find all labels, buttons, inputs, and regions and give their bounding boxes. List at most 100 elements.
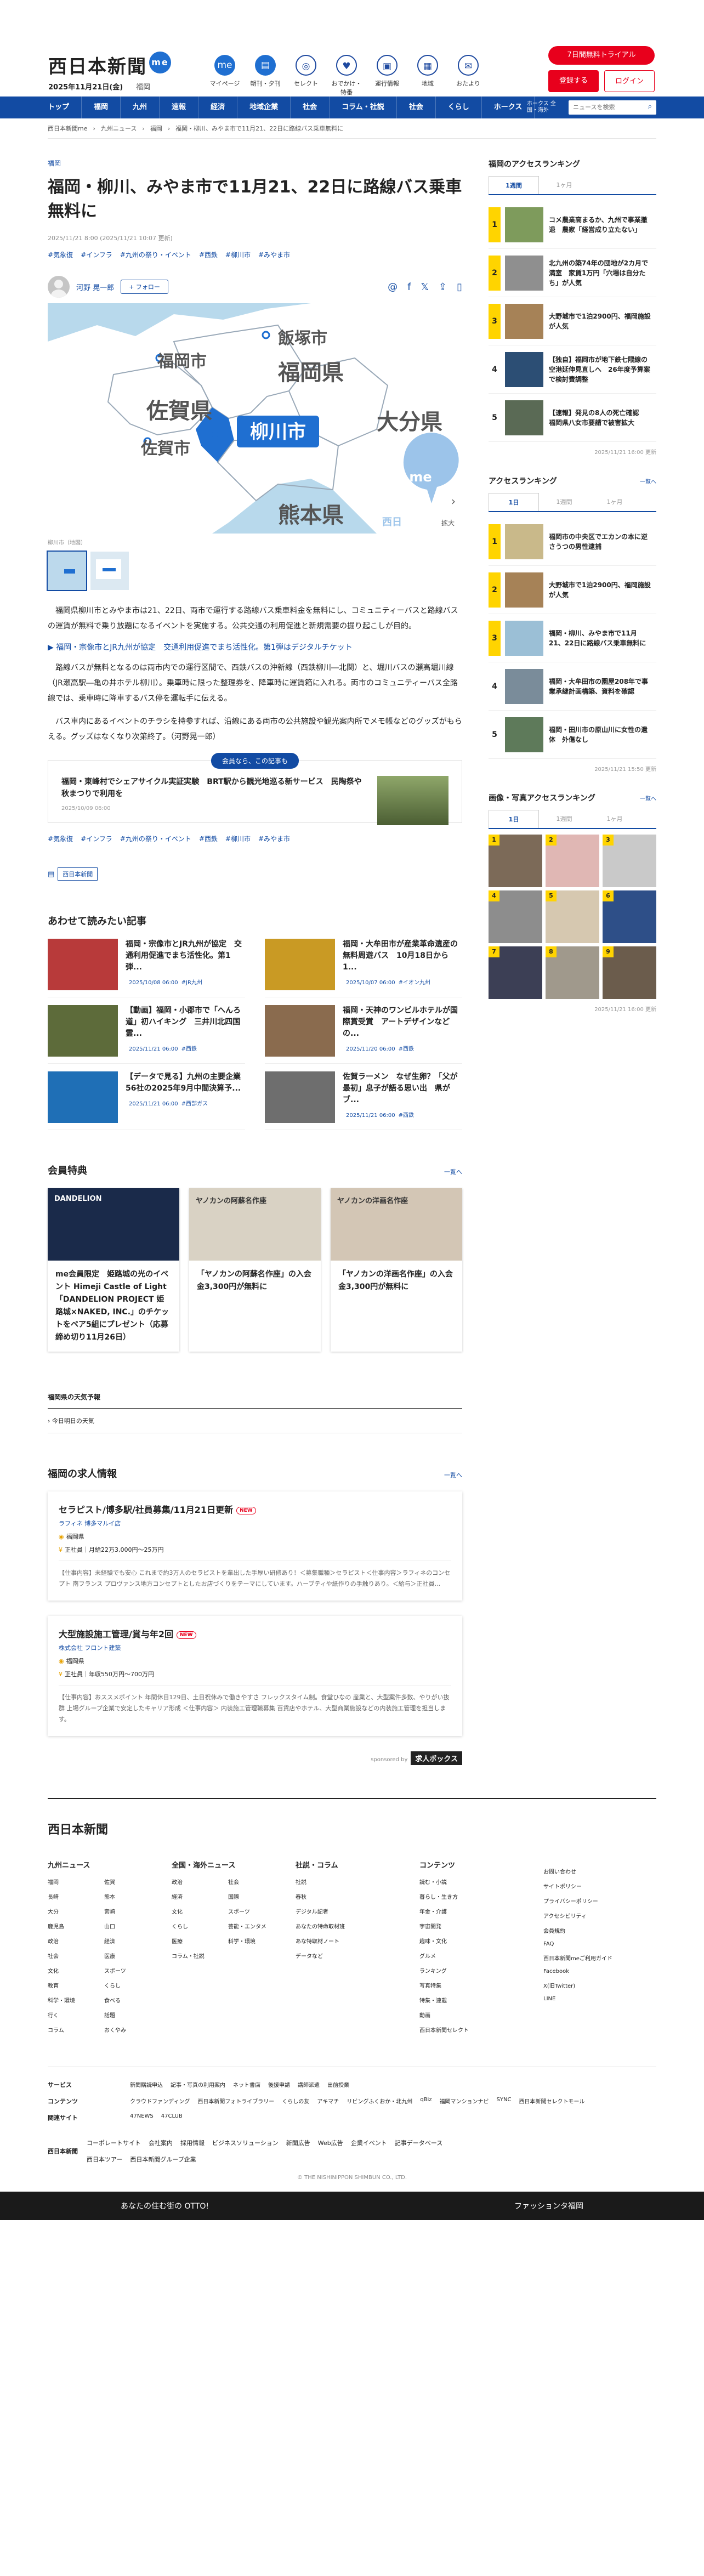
- footer-link[interactable]: プライバシーポリシー: [543, 1897, 656, 1905]
- footer-link[interactable]: 趣味・文化: [419, 1937, 532, 1945]
- footer-link[interactable]: 西日本新聞セレクトモール: [519, 2097, 584, 2106]
- ranking-item[interactable]: 4 福岡・大牟田市の園屋208年で事業承継計画構築、資料を確認: [489, 662, 656, 711]
- article-category[interactable]: 福岡: [48, 158, 462, 168]
- tag-link[interactable]: #西鉄: [199, 250, 218, 259]
- footer-link[interactable]: アキマチ: [317, 2097, 339, 2106]
- footer-link[interactable]: サイトポリシー: [543, 1882, 656, 1890]
- follow-button[interactable]: + フォロー: [121, 280, 168, 294]
- benefit-card[interactable]: ヤノカンの洋画名作座 「ヤノカンの洋画名作座」の入会金3,300円が無料に: [331, 1188, 462, 1352]
- ranking-item[interactable]: 5 【速報】発見の8人の死亡確認 福岡県八女市要請で被害拡大: [489, 394, 656, 442]
- corporate-link[interactable]: 採用情報: [180, 2138, 205, 2147]
- header-icon-1[interactable]: ▤ 朝刊・夕刊: [249, 55, 282, 97]
- footer-link[interactable]: ランキング: [419, 1966, 532, 1974]
- sidebar-tab[interactable]: 1週間: [539, 810, 589, 828]
- thumb-map-2[interactable]: [90, 552, 129, 590]
- tag-link[interactable]: #みやま市: [258, 834, 290, 843]
- corporate-link[interactable]: Web広告: [318, 2138, 343, 2147]
- photo-item[interactable]: 3: [603, 835, 656, 887]
- ranking-item[interactable]: 4 【独自】福岡市が地下鉄七隈線の空港延伸見直しへ 26年度予算案で検討費調整: [489, 345, 656, 394]
- ranking-item[interactable]: 2 北九州の築74年の団地が2カ月で満室 家賃1万円「穴場は自分たち」が人気: [489, 249, 656, 297]
- nav-item[interactable]: 社会: [291, 97, 330, 118]
- footer-link[interactable]: 政治: [172, 1877, 228, 1886]
- job-card[interactable]: 大型施設施工管理/賞与年2回 NEW 株式会社 フロント建築 ◉ 福岡県 ¥ 正社員｜年収5…: [48, 1616, 462, 1736]
- footer-link[interactable]: 大分: [48, 1907, 104, 1915]
- search-input[interactable]: [569, 100, 656, 115]
- photo-item[interactable]: 7: [489, 946, 542, 999]
- footer-link[interactable]: 特集・連載: [419, 1996, 532, 2004]
- sidebar-tab[interactable]: 1日: [489, 810, 539, 828]
- related-tag[interactable]: #西鉄: [399, 1046, 414, 1052]
- related-inline-link[interactable]: ▶ 福岡・宗像市とJR九州が協定 交通利用促進でまち活性化。第1弾はデジタルチケ…: [48, 642, 462, 652]
- corporate-link[interactable]: コーポレートサイト: [87, 2138, 141, 2147]
- footer-link[interactable]: X(旧Twitter): [543, 1981, 656, 1989]
- footer-link[interactable]: 動画: [419, 2011, 532, 2019]
- tag-link[interactable]: #気象復: [48, 250, 73, 259]
- thumb-map-1[interactable]: [47, 551, 87, 591]
- corporate-link[interactable]: ビジネスソリューション: [212, 2138, 279, 2147]
- ranking-item[interactable]: 1 福岡市の中央区でエカンの本に逆さうつの男性逮捕: [489, 518, 656, 566]
- footer-link[interactable]: 記事・写真の利用案内: [171, 2080, 225, 2089]
- footer-link[interactable]: 47CLUB: [161, 2113, 183, 2122]
- member-promo-card[interactable]: 会員なら、この記事も 福岡・東峰村でシェアサイクル実証実験 BRT駅から観光地巡…: [48, 753, 462, 825]
- related-tag[interactable]: #西鉄: [181, 1046, 197, 1052]
- tag-link[interactable]: #九州の祭り・イベント: [120, 250, 191, 259]
- footer-link[interactable]: 医療: [172, 1937, 228, 1945]
- corporate-logo[interactable]: 西日本新聞: [48, 2147, 78, 2155]
- footer-link[interactable]: リビングふくおか・北九州: [347, 2097, 412, 2106]
- related-item[interactable]: 【データで見る】九州の主要企業56社の2025年9月中間決算予... 2025/1…: [48, 1071, 245, 1130]
- footer-link[interactable]: 後援申請: [268, 2080, 290, 2089]
- benefits-more-link[interactable]: 一覧へ: [444, 1167, 462, 1176]
- footer-link[interactable]: 鹿児島: [48, 1922, 104, 1930]
- footer-link[interactable]: 写真特集: [419, 1981, 532, 1989]
- nav-item[interactable]: 九州: [121, 97, 160, 118]
- photo-item[interactable]: 6: [603, 890, 656, 943]
- footer-link[interactable]: 医療: [104, 1951, 161, 1960]
- footer-link[interactable]: 経済: [172, 1892, 228, 1900]
- sidebar-tab[interactable]: 1ヶ月: [589, 493, 640, 511]
- footer-link[interactable]: FAQ: [543, 1941, 656, 1947]
- weather-row[interactable]: › 今日明日の天気: [48, 1409, 462, 1433]
- benefit-card[interactable]: DANDELION me会員限定 姫路城の光のイベント Himeji Castle…: [48, 1188, 179, 1352]
- footer-link[interactable]: 西日本新聞セレクト: [419, 2025, 532, 2034]
- footer-link[interactable]: 西日本新聞meご利用ガイド: [543, 1954, 656, 1962]
- footer-link[interactable]: アクセシビリティ: [543, 1911, 656, 1920]
- breadcrumb-item[interactable]: 福岡: [150, 125, 162, 132]
- footer-link[interactable]: 話題: [104, 2011, 161, 2019]
- footer-link[interactable]: コラム: [48, 2025, 104, 2034]
- nav-item[interactable]: トップ: [48, 97, 82, 118]
- nav-more[interactable]: ホークス 全国・海外: [527, 101, 560, 114]
- footer-link[interactable]: スポーツ: [104, 1966, 161, 1974]
- footer-link[interactable]: 会員規約: [543, 1926, 656, 1934]
- related-item[interactable]: 【動画】福岡・小郡市で「へんろ道」初ハイキング 三井川北四国霊... 2025/1…: [48, 1005, 245, 1064]
- ranking-item[interactable]: 3 福岡・柳川、みやま市で11月21、22日に路線バス乗車無料に: [489, 614, 656, 662]
- author-avatar[interactable]: [48, 276, 70, 298]
- corporate-link[interactable]: 記事データベース: [395, 2138, 442, 2147]
- footer-link[interactable]: データなど: [296, 1951, 408, 1960]
- footer-link[interactable]: 社会: [228, 1877, 285, 1886]
- ranking-item[interactable]: 5 福岡・田川市の原山川に女性の遺体 外傷なし: [489, 711, 656, 759]
- related-tag[interactable]: #西部ガス: [181, 1101, 208, 1107]
- corporate-link[interactable]: 企業イベント: [351, 2138, 387, 2147]
- footer-link[interactable]: 47NEWS: [130, 2113, 154, 2122]
- x-icon[interactable]: 𝕏: [421, 281, 429, 293]
- related-item[interactable]: 福岡・天神のワンビルホテルが国際賞受賞 アートデザインなどの... 2025/11…: [265, 1005, 462, 1064]
- photo-more-link[interactable]: 一覧へ: [640, 794, 656, 802]
- bookmark-icon[interactable]: ▯: [457, 281, 462, 293]
- footer-link[interactable]: 経済: [104, 1937, 161, 1945]
- footer-link[interactable]: 暮らし・生き方: [419, 1892, 532, 1900]
- tag-link[interactable]: #インフラ: [81, 250, 112, 259]
- footer-link[interactable]: くらし: [172, 1922, 228, 1930]
- footer-link[interactable]: スポーツ: [228, 1907, 285, 1915]
- benefit-card[interactable]: ヤノカンの阿蘇名作座 「ヤノカンの阿蘇名作座」の入会金3,300円が無料に: [189, 1188, 321, 1352]
- footer-link[interactable]: 宮崎: [104, 1907, 161, 1915]
- footer-link[interactable]: 佐賀: [104, 1877, 161, 1886]
- footer-link[interactable]: クラウドファンディング: [130, 2097, 190, 2106]
- breadcrumb-item[interactable]: 西日本新聞me: [48, 125, 87, 132]
- nav-item[interactable]: コラム・社説: [330, 97, 397, 118]
- related-item[interactable]: 福岡・大牟田市が産業革命遺産の無料周遊バス 10月18日から1... 2025/1…: [265, 939, 462, 997]
- footer-link[interactable]: Facebook: [543, 1968, 656, 1974]
- bottom-ad-bar[interactable]: あなたの住む街の OTTO! ファッションタ福岡: [0, 2192, 704, 2220]
- site-logo[interactable]: 西日本新聞 me: [48, 52, 171, 78]
- footer-link[interactable]: 芸能・エンタメ: [228, 1922, 285, 1930]
- sidebar-tab[interactable]: 1週間: [539, 493, 589, 511]
